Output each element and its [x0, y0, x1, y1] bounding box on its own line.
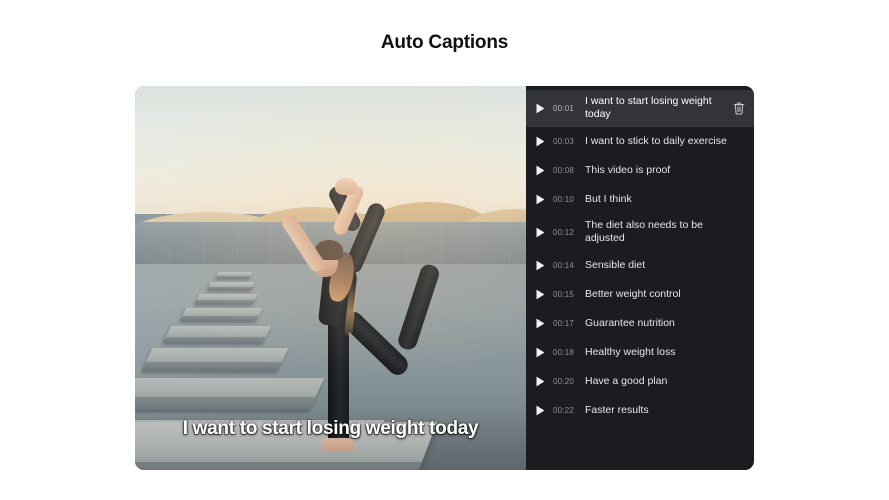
caption-row-3[interactable]: 00:10 But I think [526, 185, 754, 214]
video-player[interactable]: I want to start losing weight today [135, 86, 526, 470]
caption-text[interactable]: This video is proof [585, 164, 748, 177]
caption-row-8[interactable]: 00:18 Healthy weight loss [526, 338, 754, 367]
caption-timestamp: 00:01 [553, 103, 575, 113]
play-icon[interactable] [536, 376, 553, 387]
play-icon[interactable] [536, 289, 553, 300]
caption-row-1[interactable]: 00:03 I want to stick to daily exercise [526, 127, 754, 156]
caption-row-7[interactable]: 00:17 Guarantee nutrition [526, 309, 754, 338]
caption-row-5[interactable]: 00:14 Sensible diet [526, 251, 754, 280]
caption-row-2[interactable]: 00:08 This video is proof [526, 156, 754, 185]
trash-icon[interactable] [730, 99, 748, 117]
caption-timestamp: 00:18 [553, 347, 575, 357]
yoga-figure [135, 86, 526, 470]
caption-timestamp: 00:15 [553, 289, 575, 299]
caption-timestamp: 00:22 [553, 405, 575, 415]
caption-text[interactable]: Guarantee nutrition [585, 317, 748, 330]
play-icon[interactable] [536, 103, 553, 114]
caption-timestamp: 00:08 [553, 165, 575, 175]
caption-editor: I want to start losing weight today 00:0… [135, 86, 754, 470]
caption-text[interactable]: Have a good plan [585, 375, 748, 388]
caption-text[interactable]: But I think [585, 193, 748, 206]
caption-timestamp: 00:17 [553, 318, 575, 328]
caption-timestamp: 00:12 [553, 227, 575, 237]
caption-text[interactable]: I want to stick to daily exercise [585, 135, 748, 148]
clasped-hands [335, 178, 357, 195]
caption-timestamp: 00:10 [553, 194, 575, 204]
caption-timestamp: 00:03 [553, 136, 575, 146]
play-icon[interactable] [536, 260, 553, 271]
caption-text[interactable]: The diet also needs to be adjusted [585, 219, 748, 246]
page-title: Auto Captions [380, 32, 509, 53]
play-icon[interactable] [536, 405, 553, 416]
page-header: Auto Captions [0, 0, 889, 86]
caption-row-6[interactable]: 00:15 Better weight control [526, 280, 754, 309]
caption-list-panel[interactable]: 00:01 I want to start losing weight toda… [526, 86, 754, 470]
caption-row-10[interactable]: 00:22 Faster results [526, 396, 754, 425]
caption-text[interactable]: Faster results [585, 404, 748, 417]
caption-text[interactable]: Better weight control [585, 288, 748, 301]
play-icon[interactable] [536, 165, 553, 176]
raised-leg-shin [396, 262, 442, 352]
caption-row-4[interactable]: 00:12 The diet also needs to be adjusted [526, 214, 754, 251]
caption-text[interactable]: Sensible diet [585, 259, 748, 272]
caption-row-0[interactable]: 00:01 I want to start losing weight toda… [526, 90, 754, 127]
play-icon[interactable] [536, 227, 553, 238]
caption-row-9[interactable]: 00:20 Have a good plan [526, 367, 754, 396]
play-icon[interactable] [536, 136, 553, 147]
burned-in-caption: I want to start losing weight today [135, 418, 526, 440]
caption-timestamp: 00:20 [553, 376, 575, 386]
caption-rows-container: 00:01 I want to start losing weight toda… [526, 90, 754, 425]
play-icon[interactable] [536, 347, 553, 358]
video-scene [135, 86, 526, 470]
play-icon[interactable] [536, 194, 553, 205]
caption-timestamp: 00:14 [553, 260, 575, 270]
caption-text[interactable]: Healthy weight loss [585, 346, 748, 359]
burned-in-caption-text: I want to start losing weight today [182, 418, 479, 440]
caption-text[interactable]: I want to start losing weight today [585, 95, 730, 122]
play-icon[interactable] [536, 318, 553, 329]
